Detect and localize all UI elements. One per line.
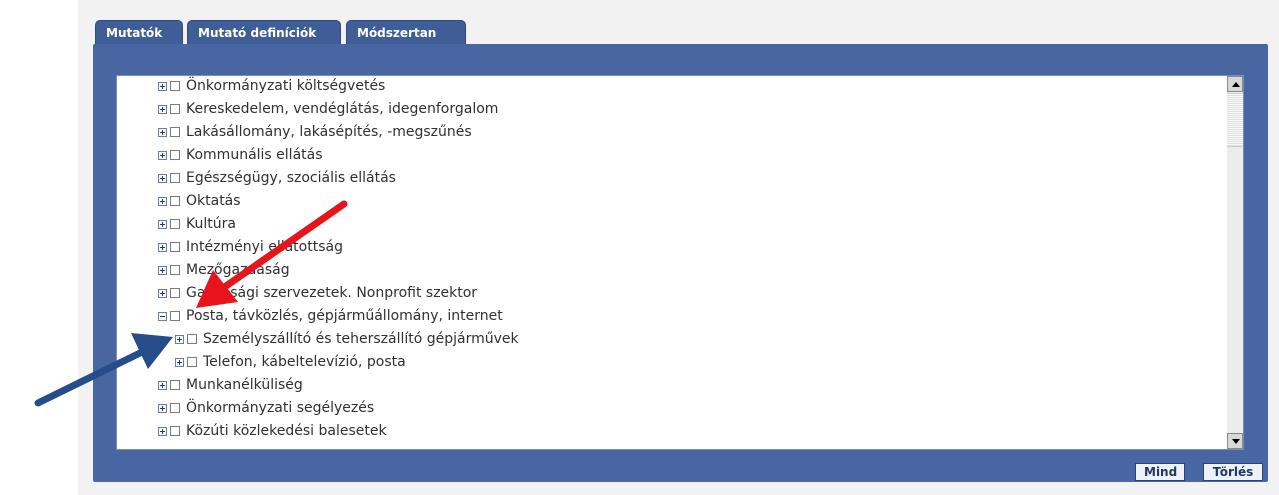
scroll-down-button[interactable] (1227, 433, 1243, 449)
tree-item-label: Posta, távközlés, gépjárműállomány, inte… (186, 308, 503, 324)
expand-icon[interactable] (158, 81, 167, 91)
tree-item[interactable]: Gazdasági szervezetek. Nonprofit szektor (158, 282, 477, 304)
tree-checkbox[interactable] (187, 334, 197, 344)
expand-icon[interactable] (175, 357, 184, 367)
tree-item[interactable]: Oktatás (158, 190, 241, 212)
tree-checkbox[interactable] (170, 403, 180, 413)
select-all-button[interactable]: Mind (1135, 463, 1185, 481)
clear-button[interactable]: Törlés (1203, 463, 1263, 481)
expand-icon[interactable] (158, 426, 167, 436)
tree-checkbox[interactable] (170, 265, 180, 275)
tree-item[interactable]: Posta, távközlés, gépjárműállomány, inte… (158, 305, 503, 327)
expand-icon[interactable] (158, 173, 167, 183)
scroll-up-button[interactable] (1227, 76, 1243, 92)
tree-checkbox[interactable] (170, 380, 180, 390)
tree-checkbox[interactable] (170, 288, 180, 298)
scroll-thumb[interactable] (1227, 93, 1243, 147)
tree-subitem[interactable]: Személyszállító és teherszállító gépjárm… (175, 328, 519, 350)
tree-item-label: Személyszállító és teherszállító gépjárm… (203, 331, 519, 347)
tree-checkbox[interactable] (170, 81, 180, 91)
expand-icon[interactable] (158, 219, 167, 229)
tree-item[interactable]: Lakásállomány, lakásépítés, -megszűnés (158, 121, 472, 143)
tree-item[interactable]: Egészségügy, szociális ellátás (158, 167, 396, 189)
tree-item[interactable]: Mezőgazdaság (158, 259, 290, 281)
expand-icon[interactable] (158, 104, 167, 114)
tree-item-label: Közúti közlekedési balesetek (186, 423, 387, 439)
tree-item[interactable]: Önkormányzati segélyezés (158, 397, 374, 419)
tree-checkbox[interactable] (187, 357, 197, 367)
tree-item[interactable]: Intézményi ellátottság (158, 236, 343, 258)
tree-item-label: Egészségügy, szociális ellátás (186, 170, 396, 186)
tree-item-label: Kommunális ellátás (186, 147, 323, 163)
tree-checkbox[interactable] (170, 150, 180, 160)
tree-item-label: Munkanélküliség (186, 377, 303, 393)
expand-icon[interactable] (158, 242, 167, 252)
tree-item-label: Mezőgazdaság (186, 262, 290, 278)
tree-item[interactable]: Kereskedelem, vendéglátás, idegenforgalo… (158, 98, 498, 120)
collapse-icon[interactable] (158, 311, 167, 321)
tree-item[interactable]: Kultúra (158, 213, 236, 235)
tree-item[interactable]: Önkormányzati költségvetés (158, 76, 386, 97)
tree-item-label: Lakásállomány, lakásépítés, -megszűnés (186, 124, 472, 140)
tree-item-label: Telefon, kábeltelevízió, posta (203, 354, 406, 370)
expand-icon[interactable] (158, 288, 167, 298)
tree-item[interactable]: Munkanélküliség (158, 374, 303, 396)
expand-icon[interactable] (158, 403, 167, 413)
indicator-tree[interactable]: Önkormányzati költségvetés Kereskedelem, … (116, 75, 1244, 450)
tree-item-label: Önkormányzati költségvetés (186, 78, 386, 94)
tree-item-label: Kereskedelem, vendéglátás, idegenforgalo… (186, 101, 499, 117)
expand-icon[interactable] (175, 334, 184, 344)
tab-mutatok[interactable]: Mutatók (95, 20, 183, 44)
tree-subitem[interactable]: Telefon, kábeltelevízió, posta (175, 351, 406, 373)
tree-checkbox[interactable] (170, 104, 180, 114)
expand-icon[interactable] (158, 150, 167, 160)
tree-item-label: Kultúra (186, 216, 236, 232)
vertical-scrollbar[interactable] (1227, 76, 1243, 449)
tree-item-label: Intézményi ellátottság (186, 239, 343, 255)
tree-item[interactable]: Kommunális ellátás (158, 144, 323, 166)
tree-checkbox[interactable] (170, 242, 180, 252)
tree-item-label: Oktatás (186, 193, 241, 209)
tab-modszertan[interactable]: Módszertan (346, 20, 466, 44)
tree-checkbox[interactable] (170, 196, 180, 206)
tree-item-label: Gazdasági szervezetek. Nonprofit szektor (186, 285, 478, 301)
expand-icon[interactable] (158, 265, 167, 275)
tree-item[interactable]: Közúti közlekedési balesetek (158, 420, 387, 442)
expand-icon[interactable] (158, 196, 167, 206)
tree-checkbox[interactable] (170, 127, 180, 137)
expand-icon[interactable] (158, 127, 167, 137)
tree-checkbox[interactable] (170, 219, 180, 229)
tab-mutato-definiciok[interactable]: Mutató definíciók (187, 20, 341, 44)
tree-checkbox[interactable] (170, 173, 180, 183)
tree-checkbox[interactable] (170, 426, 180, 436)
tree-item-label: Önkormányzati segélyezés (186, 400, 375, 416)
tree-checkbox[interactable] (170, 311, 180, 321)
expand-icon[interactable] (158, 380, 167, 390)
